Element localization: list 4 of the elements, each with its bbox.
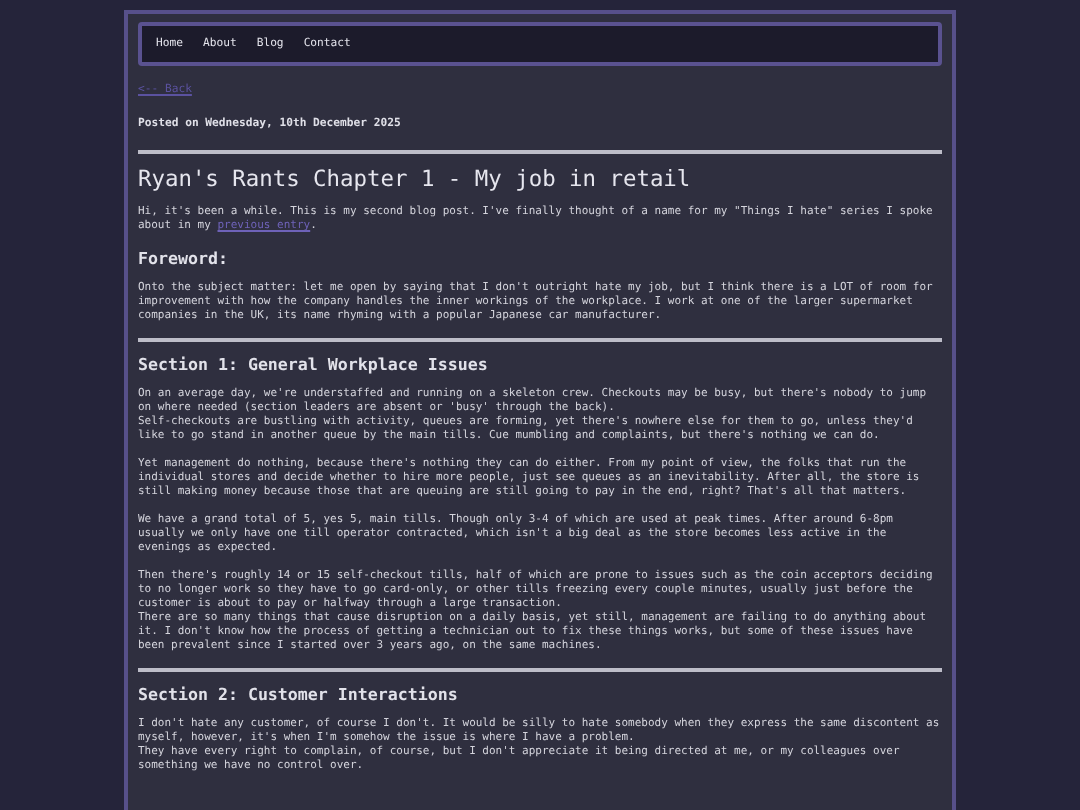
section-heading: Section 2: Customer Interactions <box>138 683 460 706</box>
section-heading: Foreword: <box>138 247 230 270</box>
section-heading: Section 1: General Workplace Issues <box>138 353 490 376</box>
post-title: Ryan's Rants Chapter 1 - My job in retail <box>138 165 693 194</box>
